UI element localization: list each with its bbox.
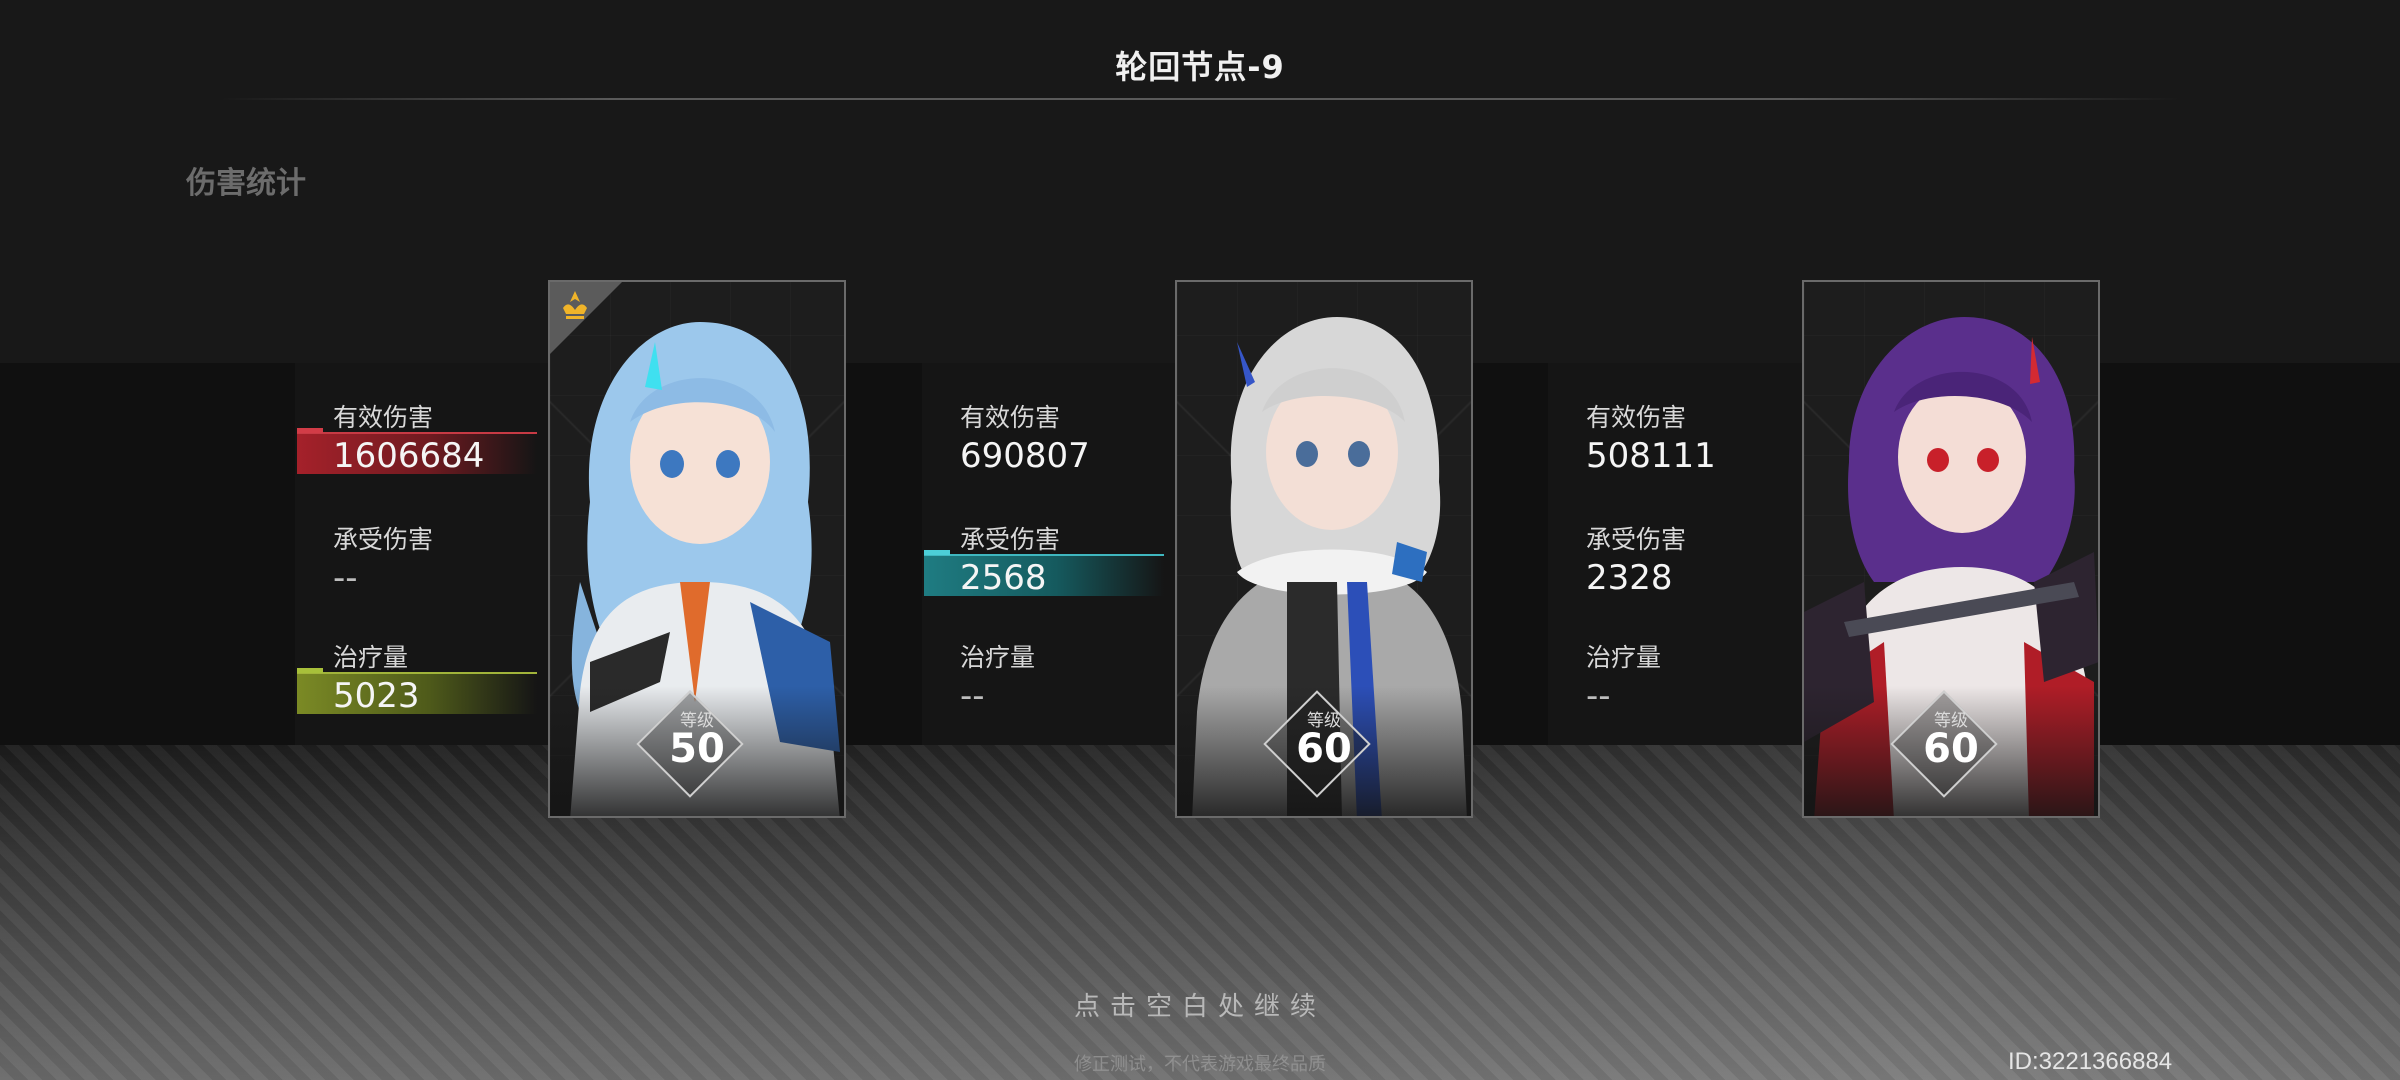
level-value: 60	[1923, 726, 1979, 772]
stage-title: 轮回节点-9	[1115, 48, 1285, 86]
stat-value: 508111	[1586, 436, 1716, 476]
stat-label: 治疗量	[1586, 643, 1662, 672]
player-id: ID:3221366884	[2008, 1048, 2173, 1075]
stat-value: --	[333, 558, 358, 598]
stat-value: --	[960, 676, 985, 716]
leader-crown-icon	[563, 291, 587, 319]
bar-tag	[297, 668, 323, 673]
stat-value: 1606684	[333, 436, 485, 476]
stat-label: 治疗量	[960, 643, 1036, 672]
stat-label: 治疗量	[333, 643, 409, 672]
stat-label: 承受伤害	[960, 525, 1061, 554]
character-card-3[interactable]: 等级 60	[1802, 280, 2100, 818]
stat-label: 有效伤害	[333, 403, 434, 432]
stat-value: 2328	[1586, 558, 1673, 598]
level-value: 60	[1296, 726, 1352, 772]
stat-value: 5023	[333, 676, 420, 716]
stat-label: 有效伤害	[960, 403, 1061, 432]
stat-value: --	[1586, 676, 1611, 716]
bar-tag	[924, 550, 950, 555]
title-divider	[220, 98, 2180, 100]
level-value: 50	[669, 726, 725, 772]
stat-value: 2568	[960, 558, 1047, 598]
stat-label: 承受伤害	[1586, 525, 1687, 554]
character-card-1[interactable]: 等级 50	[548, 280, 846, 818]
character-card-2[interactable]: 等级 60	[1175, 280, 1473, 818]
stat-label: 有效伤害	[1586, 403, 1687, 432]
stat-label: 承受伤害	[333, 525, 434, 554]
section-label: 伤害统计	[186, 166, 306, 201]
stat-value: 690807	[960, 436, 1090, 476]
tap-to-continue[interactable]: 点击空白处继续	[0, 986, 2400, 1023]
bar-tag	[297, 428, 323, 433]
